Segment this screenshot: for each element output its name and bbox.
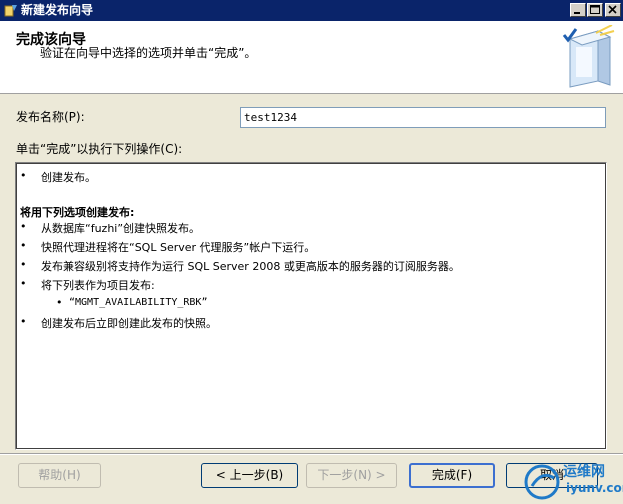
bullet: •: [20, 258, 27, 271]
summary-sub-item: “MGMT_AVAILABILITY_RBK”: [69, 297, 208, 308]
minimize-icon: [574, 12, 580, 14]
back-button[interactable]: < 上一步(B): [201, 463, 298, 488]
summary-item: 从数据库“fuzhi”创建快照发布。: [41, 222, 201, 235]
summary-textbox[interactable]: • 创建发布。 将用下列选项创建发布: • 从数据库“fuzhi”创建快照发布。…: [15, 162, 607, 450]
wizard-header: 完成该向导 验证在向导中选择的选项并单击“完成”。: [0, 21, 623, 94]
summary-item: 快照代理进程将在“SQL Server 代理服务”帐户下运行。: [41, 241, 316, 254]
bullet: •: [20, 169, 27, 182]
page-subtitle: 验证在向导中选择的选项并单击“完成”。: [40, 46, 257, 60]
help-button[interactable]: 帮助(H): [18, 463, 101, 488]
summary-item: 创建发布。: [41, 171, 96, 184]
next-button[interactable]: 下一步(N) >: [306, 463, 397, 488]
watermark-text: 运维网: [563, 464, 605, 480]
maximize-button[interactable]: [587, 3, 603, 17]
title-bar[interactable]: 新建发布向导: [0, 0, 623, 21]
minimize-button[interactable]: [570, 3, 586, 17]
bullet: •: [20, 315, 27, 328]
summary-section-heading: 将用下列选项创建发布:: [20, 206, 135, 219]
summary-item: 创建发布后立即创建此发布的快照。: [41, 317, 217, 330]
publication-name-label: 发布名称(P):: [16, 110, 85, 124]
close-button[interactable]: [605, 3, 621, 17]
close-icon: [608, 5, 617, 14]
sub-bullet: •: [56, 296, 63, 309]
book-checkmark-icon: [562, 25, 615, 88]
publication-name-input[interactable]: [240, 107, 606, 128]
footer-divider: [0, 453, 623, 455]
maximize-icon: [590, 5, 600, 14]
actions-label: 单击“完成”以执行下列操作(C):: [16, 142, 183, 156]
summary-item: 发布兼容级别将支持作为运行 SQL Server 2008 或更高版本的服务器的…: [41, 260, 460, 273]
watermark-url: iyunv.com: [566, 481, 623, 495]
wizard-window: 新建发布向导 完成该向导 验证在向导中选择的选项并单击“完成”。 发布名称(P)…: [0, 0, 623, 504]
bullet: •: [20, 277, 27, 290]
finish-button[interactable]: 完成(F): [409, 463, 495, 488]
window-title: 新建发布向导: [21, 3, 94, 17]
summary-item: 将下列表作为项目发布:: [41, 279, 155, 292]
bullet: •: [20, 220, 27, 233]
wizard-app-icon: [4, 5, 17, 17]
bullet: •: [20, 239, 27, 252]
